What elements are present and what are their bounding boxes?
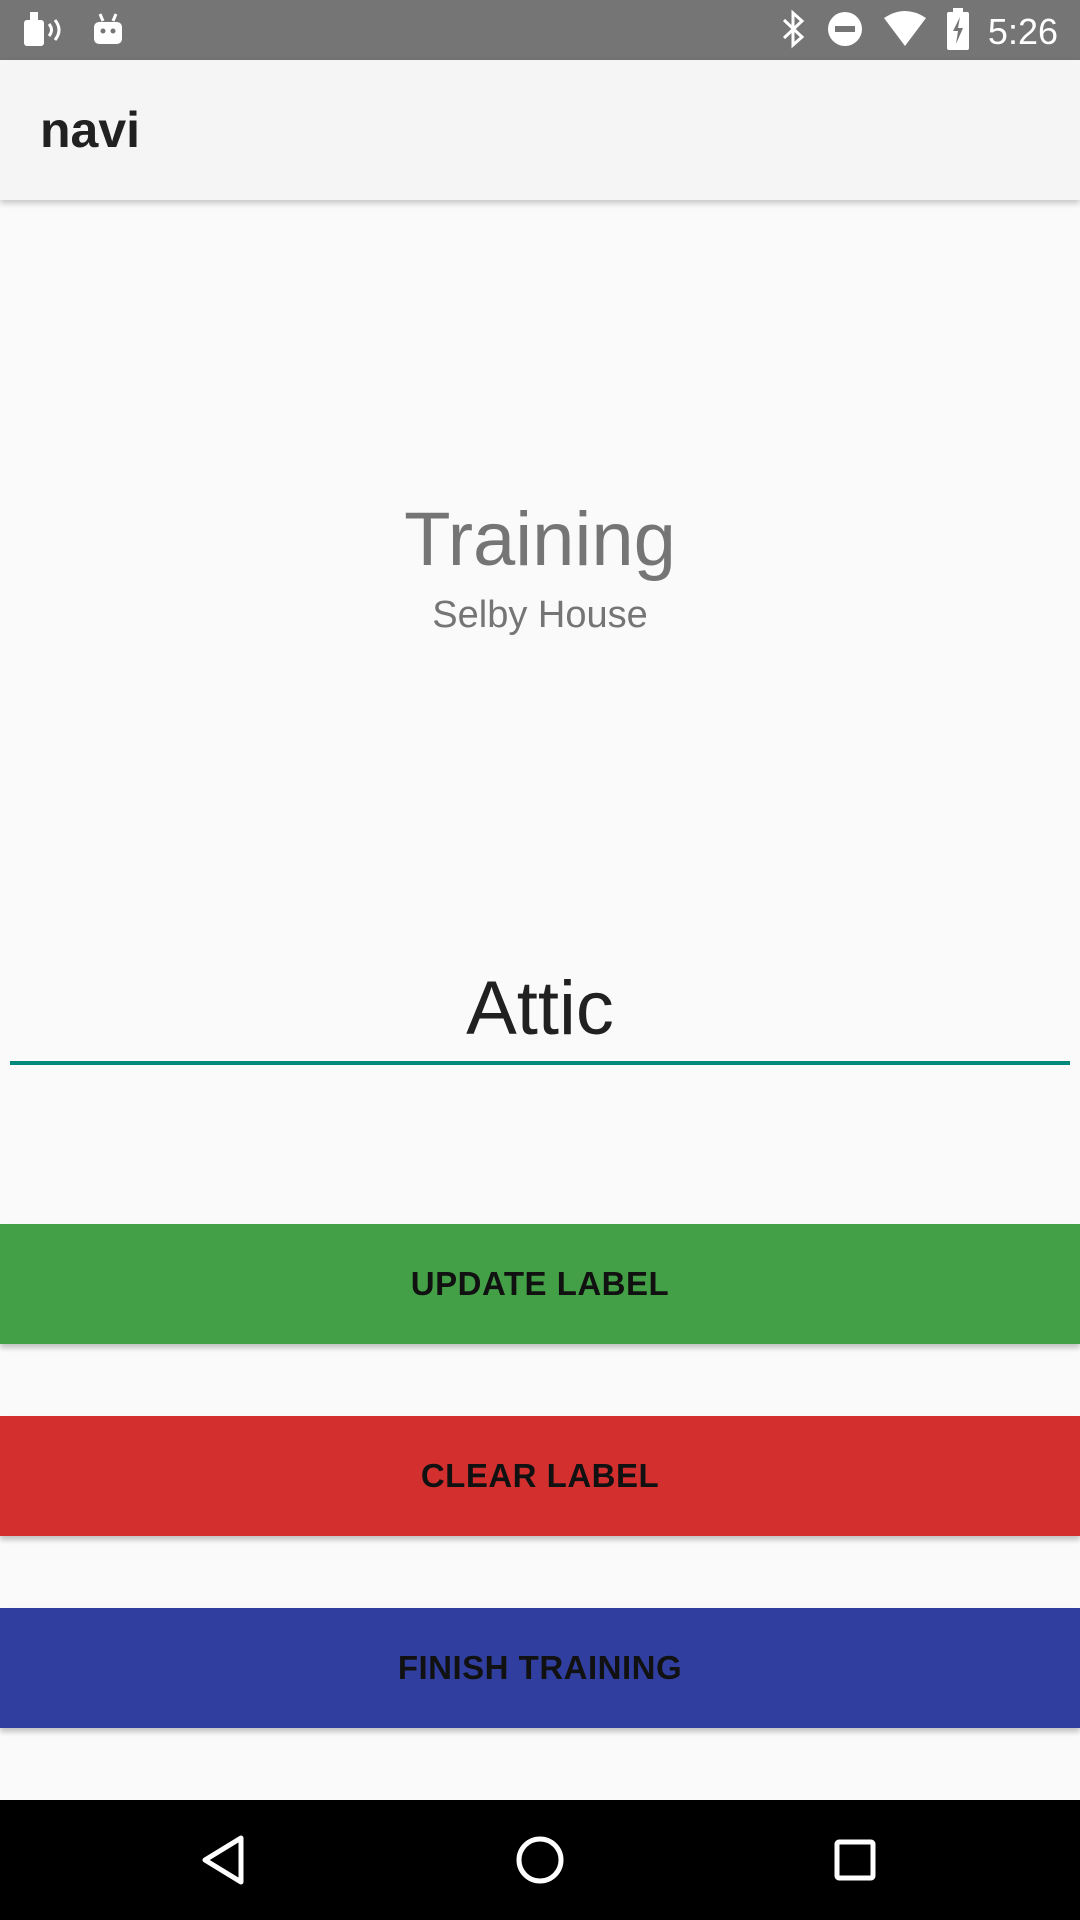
status-clock: 5:26 [987, 10, 1058, 52]
location-subtitle: Selby House [432, 594, 648, 636]
android-icon [92, 12, 124, 53]
update-label-button[interactable]: UPDATE LABEL [0, 1224, 1080, 1344]
cast-audio-icon [22, 10, 68, 55]
home-icon[interactable] [510, 1830, 570, 1890]
finish-training-button[interactable]: FINISH TRAINING [0, 1608, 1080, 1728]
battery-charging-icon [946, 8, 970, 55]
room-label-input[interactable] [10, 955, 1070, 1065]
back-icon[interactable] [195, 1830, 255, 1890]
recents-icon[interactable] [825, 1830, 885, 1890]
clear-label-button[interactable]: CLEAR LABEL [0, 1416, 1080, 1536]
app-title: navi [40, 102, 141, 158]
do-not-disturb-icon [826, 10, 864, 53]
training-title: Training [404, 497, 676, 582]
wifi-icon [882, 10, 928, 53]
navigation-bar [0, 1800, 1080, 1920]
bluetooth-icon [780, 9, 808, 54]
app-bar: navi [0, 60, 1080, 200]
status-bar: 5:26 [0, 0, 1080, 60]
